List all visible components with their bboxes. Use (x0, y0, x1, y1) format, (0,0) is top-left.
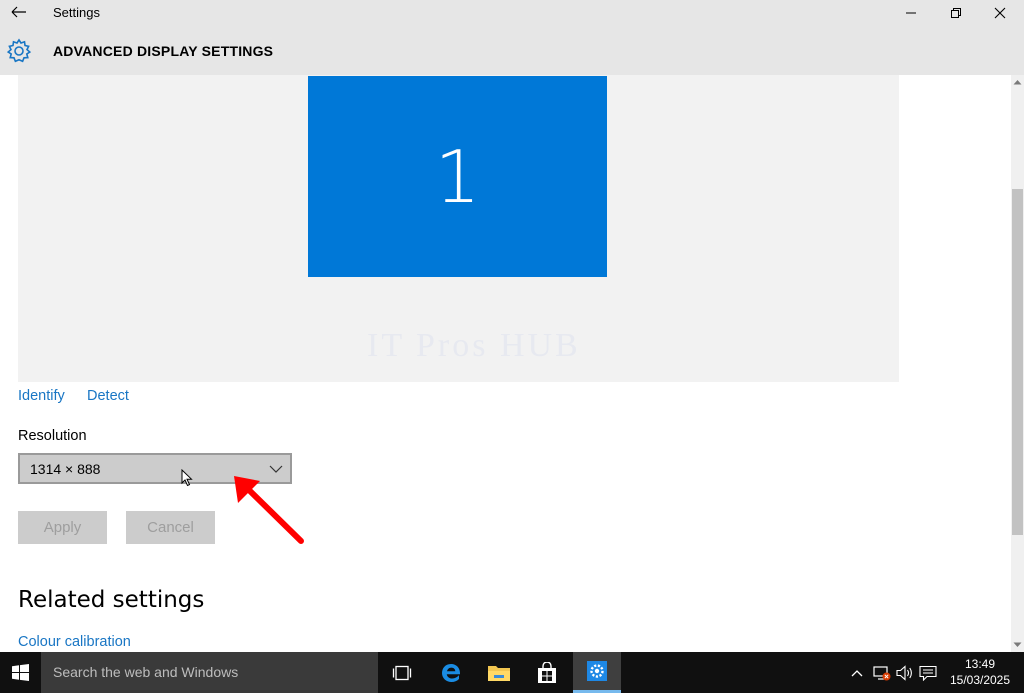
notification-icon (919, 665, 937, 681)
page-header: ADVANCED DISPLAY SETTINGS (0, 26, 1024, 75)
settings-taskbar-button[interactable] (573, 652, 621, 693)
task-view-button[interactable] (378, 652, 426, 693)
gear-icon (6, 38, 32, 64)
monitor-number: 1 (434, 134, 481, 219)
show-hidden-icons-button[interactable] (846, 652, 868, 693)
network-status-button[interactable] (870, 652, 894, 693)
app-title: Settings (53, 5, 100, 20)
taskbar: Search the web and Windows 13:49 15/03/2… (0, 652, 1024, 693)
apply-button[interactable]: Apply (18, 511, 107, 544)
settings-icon (587, 661, 607, 681)
scroll-up-icon[interactable] (1011, 75, 1024, 89)
resolution-label: Resolution (18, 428, 87, 444)
title-bar: Settings (0, 0, 1024, 26)
edge-button[interactable] (427, 652, 475, 693)
settings-content: 1 IT Pros HUB Identify Detect Resolution… (0, 75, 1011, 652)
edge-icon (442, 663, 461, 682)
minimize-icon (906, 12, 916, 14)
restore-icon (951, 8, 961, 18)
action-center-button[interactable] (916, 652, 940, 693)
monitor-1-tile[interactable]: 1 (308, 76, 607, 277)
colour-calibration-link[interactable]: Colour calibration (18, 634, 131, 650)
system-clock[interactable]: 13:49 15/03/2025 (944, 656, 1016, 688)
volume-button[interactable] (894, 652, 916, 693)
red-arrow-annotation-icon (234, 476, 304, 544)
resolution-value: 1314 × 888 (30, 461, 101, 477)
chevron-up-icon (851, 669, 863, 676)
mouse-cursor-icon (181, 469, 193, 487)
display-arrangement-area: 1 IT Pros HUB (18, 75, 899, 382)
network-icon (873, 665, 891, 680)
settings-window: Settings ADVANCED DISPLAY SETTINGS 1 IT … (0, 0, 1024, 693)
speaker-icon (896, 664, 912, 681)
vertical-scrollbar[interactable] (1011, 75, 1024, 652)
start-icon (12, 664, 29, 681)
task-view-icon (392, 665, 412, 680)
page-title: ADVANCED DISPLAY SETTINGS (53, 43, 274, 59)
search-placeholder: Search the web and Windows (53, 664, 239, 680)
minimize-button[interactable] (888, 0, 934, 26)
taskbar-search-box[interactable]: Search the web and Windows (41, 652, 378, 693)
watermark-text: IT Pros HUB (367, 327, 581, 364)
start-button[interactable] (0, 652, 41, 693)
detect-link[interactable]: Detect (87, 388, 129, 404)
close-button[interactable] (977, 0, 1023, 26)
back-arrow-icon[interactable] (8, 3, 30, 23)
cancel-button[interactable]: Cancel (126, 511, 215, 544)
scroll-thumb[interactable] (1012, 189, 1023, 535)
clock-time: 13:49 (964, 657, 996, 671)
file-explorer-icon (488, 665, 510, 681)
store-button[interactable] (523, 652, 571, 693)
file-explorer-button[interactable] (475, 652, 523, 693)
scroll-down-icon[interactable] (1011, 638, 1024, 652)
restore-button[interactable] (933, 0, 979, 26)
store-icon (538, 661, 556, 683)
related-settings-heading: Related settings (18, 587, 205, 613)
clock-date: 15/03/2025 (949, 673, 1011, 687)
identify-link[interactable]: Identify (18, 388, 65, 404)
close-icon (994, 7, 1006, 19)
